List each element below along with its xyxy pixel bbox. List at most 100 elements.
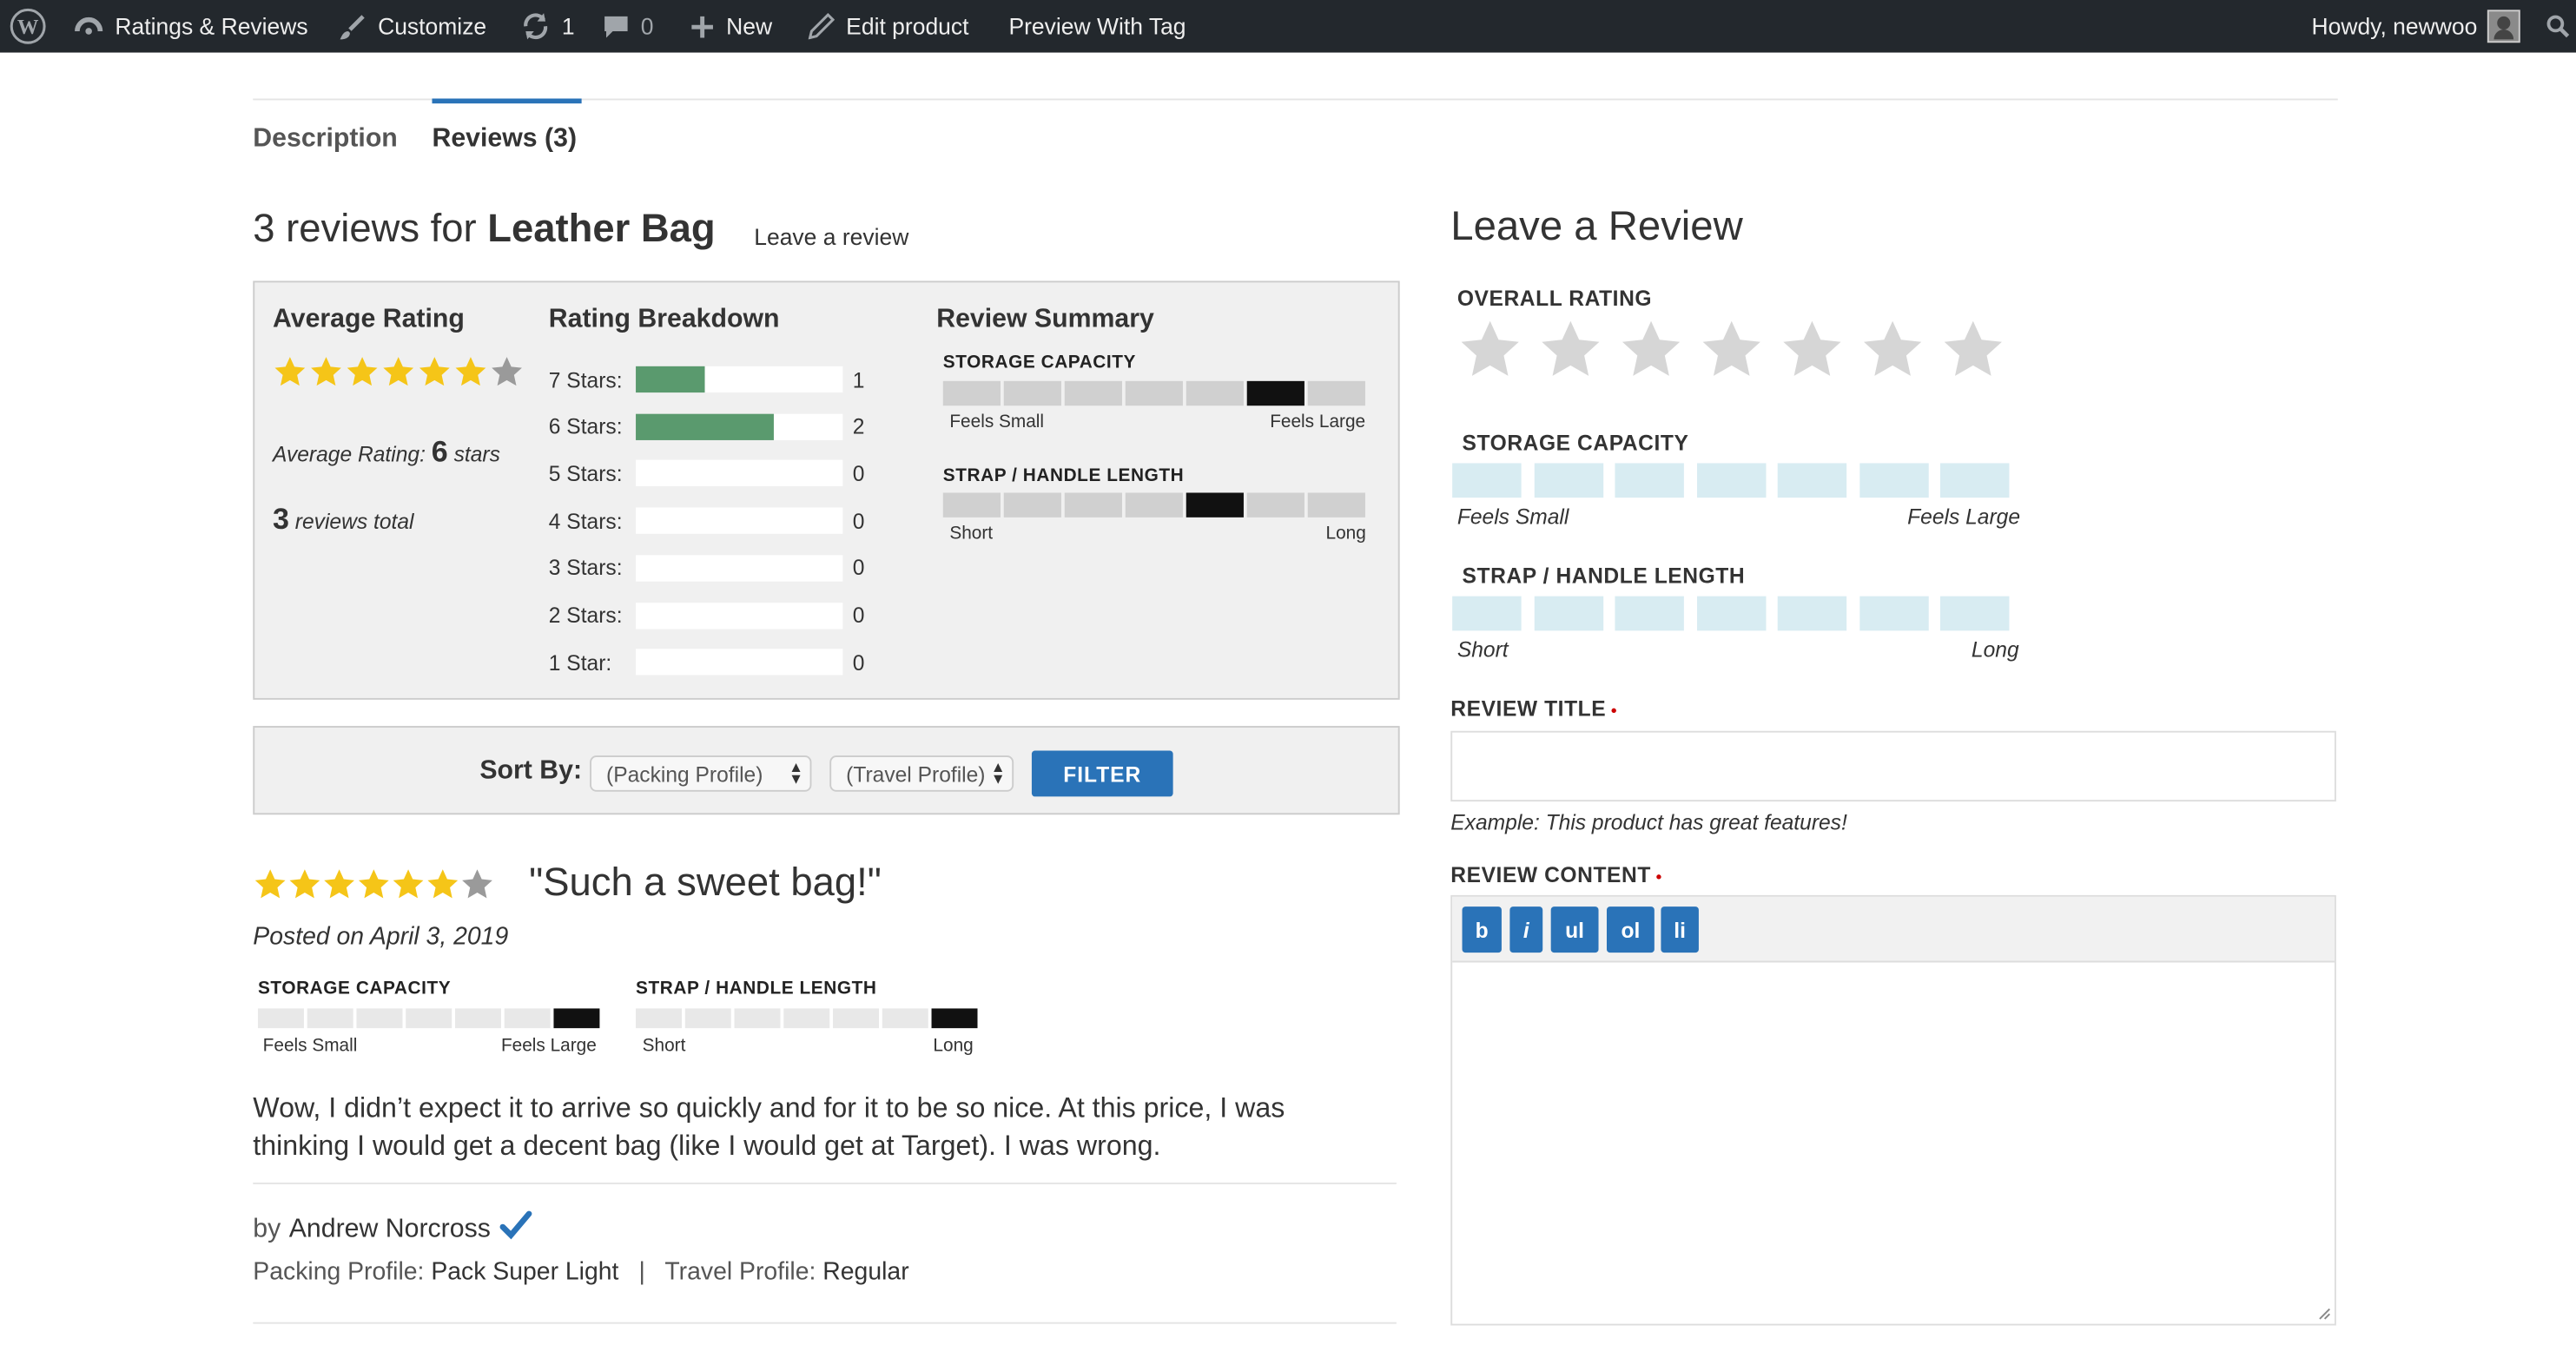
scale-option[interactable] [1533, 463, 1603, 498]
howdy-label: Howdy, newwoo [2311, 13, 2478, 40]
review-strap-low: Short [642, 1036, 686, 1057]
scale-option[interactable] [1615, 463, 1684, 498]
preview-with-tag-link[interactable]: Preview With Tag [1008, 0, 1186, 53]
scale-segment [1246, 492, 1305, 517]
rating-star-icon[interactable] [1859, 317, 1925, 383]
packing-profile-select[interactable]: (Packing Profile) ▲ ▼ [590, 755, 812, 792]
rating-star-icon[interactable] [1457, 317, 1523, 383]
review-body: Wow, I didn’t expect it to arrive so qui… [253, 1091, 1285, 1162]
resize-handle-icon[interactable] [2318, 1308, 2331, 1321]
filter-button[interactable]: FILTER [1031, 750, 1173, 797]
breakdown-bar [636, 554, 843, 582]
travel-profile-select[interactable]: (Travel Profile) ▲ ▼ [829, 755, 1014, 792]
star-empty-icon [492, 357, 522, 386]
breakdown-bar [636, 366, 843, 393]
review-strap-scale [636, 1008, 981, 1029]
breakdown-row: 7 Stars: 1 [549, 365, 864, 394]
wordpress-logo-icon[interactable]: W [10, 0, 46, 53]
overall-rating-input [1457, 317, 2021, 383]
review-title: "Such a sweet bag!" [529, 860, 882, 906]
tab-description[interactable]: Description [253, 125, 397, 155]
storage-capacity-input [1452, 463, 2021, 498]
site-name: Ratings & Reviews [115, 13, 308, 40]
review-author: by Andrew Norcross [253, 1210, 532, 1249]
scale-option[interactable] [1533, 596, 1603, 631]
scale-segment [1186, 380, 1244, 406]
average-rating-value: 6 [431, 435, 448, 469]
scale-option[interactable] [1615, 596, 1684, 631]
breakdown-count: 0 [852, 603, 865, 628]
rating-star-icon[interactable] [1940, 317, 2006, 383]
scale-option[interactable] [1696, 596, 1766, 631]
updates-count: 1 [561, 13, 575, 40]
star-filled-icon [347, 357, 378, 386]
new-label: New [726, 13, 773, 40]
comment-icon [603, 13, 629, 39]
comments-menu[interactable]: 0 [603, 0, 653, 53]
travel-profile-label: Travel Profile: [664, 1257, 816, 1287]
italic-button[interactable]: i [1509, 906, 1543, 953]
scale-option[interactable] [1939, 463, 2010, 498]
search-icon[interactable] [2546, 0, 2570, 53]
new-menu[interactable]: New [690, 0, 772, 53]
page: W Ratings & Reviews Customize 1 0 New Ed… [0, 0, 2576, 1357]
site-menu[interactable]: Ratings & Reviews [74, 0, 308, 53]
updates-menu[interactable]: 1 [521, 0, 575, 53]
scale-option[interactable] [1696, 463, 1766, 498]
review-content-editor[interactable]: b i ul ol li [1450, 894, 2336, 1326]
breakdown-count: 1 [852, 366, 865, 392]
rating-star-icon[interactable] [1538, 317, 1604, 383]
rating-star-icon[interactable] [1618, 317, 1684, 383]
account-menu[interactable]: Howdy, newwoo [2311, 0, 2520, 53]
scale-segment [1307, 492, 1365, 517]
review-title-input[interactable] [1450, 730, 2336, 802]
reviews-heading-prefix: 3 reviews for [253, 207, 477, 252]
scale-option[interactable] [1452, 463, 1522, 498]
summary-strap-low: Short [949, 524, 994, 544]
rating-star-icon[interactable] [1699, 317, 1765, 383]
review-content-label: REVIEW CONTENT • [1450, 862, 1662, 887]
scale-segment-selected [1246, 380, 1305, 406]
brush-icon [339, 12, 367, 40]
scale-option[interactable] [1859, 463, 1928, 498]
rating-star-icon[interactable] [1780, 317, 1846, 383]
scale-segment [356, 1008, 403, 1029]
customize-menu[interactable]: Customize [339, 0, 487, 53]
breakdown-label: 2 Stars: [548, 603, 623, 628]
star-filled-icon [311, 357, 341, 386]
tab-reviews[interactable]: Reviews (3) [432, 125, 577, 155]
scale-option[interactable] [1777, 463, 1847, 498]
scale-option[interactable] [1939, 596, 2010, 631]
scale-option[interactable] [1859, 596, 1928, 631]
breakdown-bar [636, 460, 843, 487]
scale-option[interactable] [1777, 596, 1847, 631]
scale-option[interactable] [1452, 596, 1522, 631]
customize-label: Customize [378, 13, 487, 40]
scale-segment [942, 492, 1001, 517]
unordered-list-button[interactable]: ul [1550, 906, 1599, 953]
scale-segment [1125, 492, 1183, 517]
leave-review-link[interactable]: Leave a review [754, 223, 908, 249]
review-strap-label: STRAP / HANDLE LENGTH [636, 979, 877, 999]
required-mark: • [1610, 702, 1618, 722]
breakdown-count: 2 [852, 414, 865, 439]
scale-segment [406, 1008, 452, 1029]
edit-product-link[interactable]: Edit product [808, 0, 969, 53]
review-star-rating [253, 867, 494, 902]
bold-button[interactable]: b [1462, 906, 1502, 953]
star-filled-icon [427, 869, 459, 899]
star-filled-icon [455, 357, 486, 386]
rating-summary: Average Rating Average Rating: 6 stars 3… [253, 280, 1400, 700]
review-title-example: Example: This product has great features… [1450, 809, 1847, 834]
list-item-button[interactable]: li [1661, 906, 1699, 953]
scale-segment-selected [553, 1008, 600, 1029]
scale-segment [454, 1008, 501, 1029]
scale-segment [833, 1008, 880, 1029]
average-rating-text: Average Rating: 6 stars [273, 435, 500, 470]
comments-count: 0 [640, 13, 654, 40]
star-filled-icon [274, 357, 306, 386]
breakdown-label: 3 Stars: [548, 555, 623, 581]
scale-segment [1064, 380, 1122, 406]
scale-segment [636, 1008, 683, 1029]
ordered-list-button[interactable]: ol [1606, 906, 1655, 953]
